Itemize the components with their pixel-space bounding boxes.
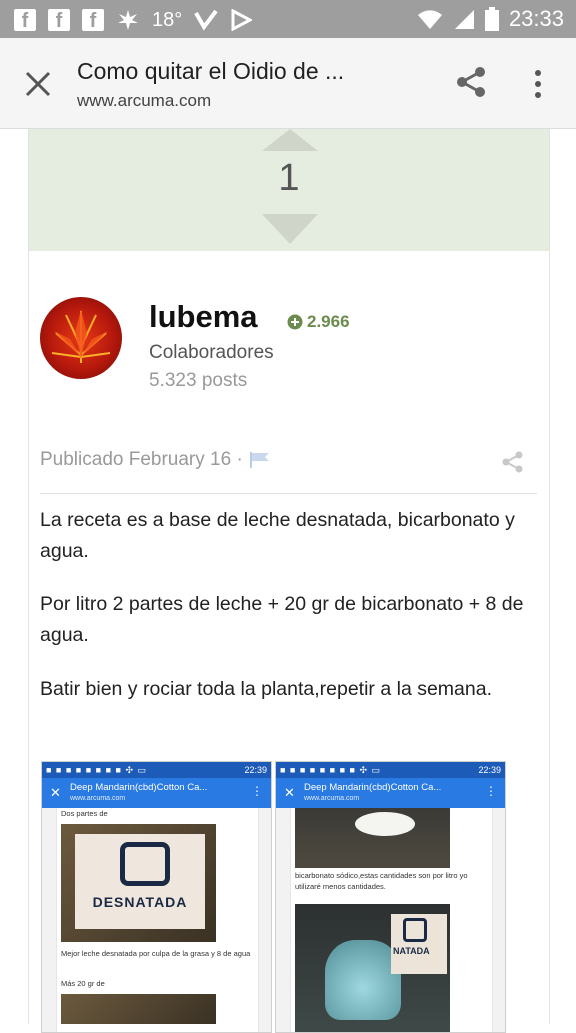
upvote-arrow-icon[interactable] <box>262 129 318 151</box>
mobile-status-bar: ■ ■ ■ ■ ■ ■ ■ ■ ✣ ▭ 22:39 <box>42 762 271 778</box>
temperature: 18° <box>152 8 183 31</box>
clock: 23:33 <box>508 6 564 31</box>
vote-box: 1 <box>29 129 549 251</box>
facebook-notification-icon: f <box>48 9 70 32</box>
close-icon[interactable] <box>22 68 54 100</box>
carton-logo <box>403 918 427 942</box>
reputation-badge: 2.966 <box>287 312 350 332</box>
close-icon: ✕ <box>284 785 295 800</box>
wifi-icon <box>417 10 442 29</box>
milk-carton: NATADA <box>391 914 447 974</box>
attached-image[interactable]: ■ ■ ■ ■ ■ ■ ■ ■ ✣ ▭ 22:39 ✕ Deep Mandari… <box>275 761 506 1033</box>
spoon-photo <box>295 808 450 868</box>
share-icon[interactable] <box>454 65 488 99</box>
mobile-text: bicarbonato sódico,estas cantidades son … <box>295 871 468 891</box>
facebook-notification-icon: f <box>14 9 36 32</box>
status-bar: f f f 18° 23:33 <box>0 0 576 38</box>
mobile-page-title: Deep Mandarin(cbd)Cotton Ca... <box>70 782 208 793</box>
mobile-page-url: www.arcuma.com <box>70 795 126 802</box>
mobile-page-body: Dos partes de DESNATADA Mejor leche desn… <box>56 808 259 1032</box>
page-url: www.arcuma.com <box>77 91 212 110</box>
avatar[interactable] <box>40 297 122 379</box>
facebook-notification-icon: f <box>82 9 104 32</box>
vote-count: 1 <box>278 157 300 199</box>
mobile-clock: 22:39 <box>244 765 267 775</box>
divider <box>40 493 537 494</box>
mobile-page-url: www.arcuma.com <box>304 795 360 802</box>
overflow-menu-icon: ⋮ <box>251 784 263 798</box>
mobile-text: Dos partes de <box>61 809 108 818</box>
mobile-page-title: Deep Mandarin(cbd)Cotton Ca... <box>304 782 442 793</box>
carton-logo <box>120 842 170 886</box>
overflow-menu-icon: ⋮ <box>485 784 497 798</box>
cannabis-notification-icon <box>118 10 138 30</box>
post-date-text: Publicado February 16 · <box>40 449 243 470</box>
post-paragraph: Por litro 2 partes de leche + 20 gr de b… <box>40 593 524 646</box>
author-group: Colaboradores <box>149 342 274 363</box>
milk-box-photo: DESNATADA <box>61 824 216 942</box>
mixture-jar <box>325 940 401 1020</box>
milk-carton: DESNATADA <box>75 834 205 929</box>
reputation-count: 2.966 <box>307 312 350 331</box>
author-post-count: 5.323 posts <box>149 370 248 391</box>
close-icon: ✕ <box>50 785 61 800</box>
notification-icons: ■ ■ ■ ■ ■ ■ ■ ■ ✣ ▭ <box>46 764 148 775</box>
post-paragraph: Batir bien y rociar toda la planta,repet… <box>40 678 492 700</box>
browser-toolbar: Como quitar el Oidio de ... www.arcuma.c… <box>0 38 576 129</box>
overflow-menu-icon[interactable] <box>530 68 546 100</box>
mobile-page-body: bicarbonato sódico,estas cantidades son … <box>290 808 493 1032</box>
spoon-bicarbonate <box>355 812 415 836</box>
battery-icon <box>484 7 499 31</box>
post-card: 1 lubema 2.966 Colaboradores 5.323 posts… <box>28 129 550 1033</box>
post-date: Publicado February 16 · <box>40 449 271 471</box>
flag-icon[interactable] <box>249 451 271 469</box>
author-name[interactable]: lubema <box>149 299 258 335</box>
mobile-status-bar: ■ ■ ■ ■ ■ ■ ■ ■ ✣ ▭ 22:39 <box>276 762 505 778</box>
carton-brand: NATADA <box>393 946 430 956</box>
mobile-toolbar: ✕ Deep Mandarin(cbd)Cotton Ca... www.arc… <box>276 778 505 808</box>
leaf-avatar-image <box>51 309 111 363</box>
page-title: Como quitar el Oidio de ... <box>77 58 345 84</box>
plus-circle-icon <box>287 314 303 330</box>
play-store-icon <box>231 9 253 31</box>
attached-image[interactable]: ■ ■ ■ ■ ■ ■ ■ ■ ✣ ▭ 22:39 ✕ Deep Mandari… <box>41 761 272 1033</box>
mobile-text: Más 20 gr de <box>61 979 105 988</box>
mobile-clock: 22:39 <box>478 765 501 775</box>
carton-brand: DESNATADA <box>92 894 188 910</box>
mobile-toolbar: ✕ Deep Mandarin(cbd)Cotton Ca... www.arc… <box>42 778 271 808</box>
mobile-text: Mejor leche desnatada por culpa de la gr… <box>61 949 251 958</box>
photo <box>61 994 216 1024</box>
mixture-photo: NATADA <box>295 904 450 1032</box>
check-notification-icon <box>194 9 218 31</box>
share-post-icon[interactable] <box>502 451 524 473</box>
notification-icons: ■ ■ ■ ■ ■ ■ ■ ■ ✣ ▭ <box>280 764 382 775</box>
downvote-arrow-icon[interactable] <box>262 214 318 244</box>
signal-icon <box>454 10 474 29</box>
post-paragraph: La receta es a base de leche desnatada, … <box>40 509 515 562</box>
